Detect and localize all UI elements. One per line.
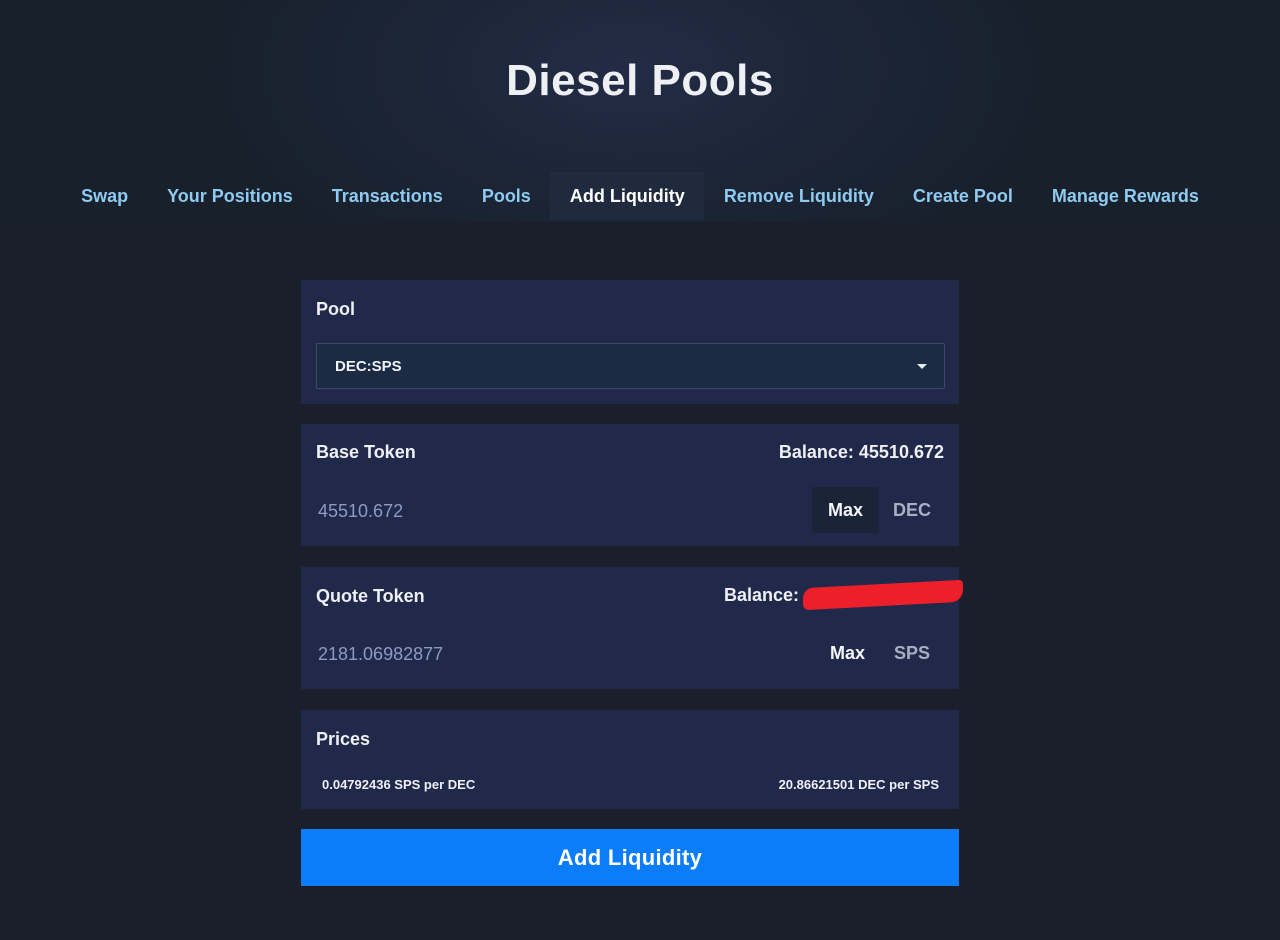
- quote-token-amount-input[interactable]: [315, 639, 785, 669]
- quote-token-max-button[interactable]: Max: [814, 630, 881, 676]
- pool-select-value: DEC:SPS: [335, 358, 402, 375]
- tab-your-positions[interactable]: Your Positions: [148, 172, 313, 220]
- tab-transactions[interactable]: Transactions: [312, 172, 462, 220]
- prices-panel: Prices 0.04792436 SPS per DEC 20.8662150…: [301, 710, 959, 809]
- base-token-balance: Balance: 45510.672: [778, 442, 944, 462]
- tab-swap[interactable]: Swap: [62, 172, 148, 220]
- quote-token-balance-label: Balance:: [723, 584, 799, 605]
- tab-create-pool[interactable]: Create Pool: [893, 172, 1032, 220]
- tab-pools[interactable]: Pools: [462, 172, 550, 220]
- tab-manage-rewards[interactable]: Manage Rewards: [1032, 172, 1218, 220]
- base-token-symbol: DEC: [892, 499, 931, 520]
- base-token-amount-input[interactable]: [315, 496, 785, 526]
- prices-label: Prices: [316, 729, 371, 749]
- price-dec-per-sps: 20.86621501 DEC per SPS: [778, 777, 939, 792]
- tab-remove-liquidity[interactable]: Remove Liquidity: [704, 172, 893, 220]
- caret-down-icon: [917, 364, 927, 369]
- base-token-label: Base Token: [316, 442, 416, 462]
- page-title: Diesel Pools: [506, 56, 774, 105]
- tab-add-liquidity[interactable]: Add Liquidity: [550, 172, 705, 220]
- quote-token-panel: Quote Token Balance: Max SPS: [301, 567, 963, 689]
- base-token-max-button[interactable]: Max: [812, 487, 879, 533]
- add-liquidity-button[interactable]: Add Liquidity: [301, 829, 959, 886]
- main-nav: Swap Your Positions Transactions Pools A…: [0, 172, 1280, 220]
- price-sps-per-dec: 0.04792436 SPS per DEC: [322, 777, 476, 792]
- pool-label: Pool: [316, 299, 355, 319]
- pool-panel: Pool DEC:SPS: [301, 280, 959, 404]
- quote-token-balance: Balance:: [723, 579, 963, 611]
- quote-token-label: Quote Token: [316, 586, 425, 606]
- pool-select[interactable]: DEC:SPS: [316, 343, 945, 389]
- redaction-mark: [803, 579, 963, 611]
- base-token-panel: Base Token Balance: 45510.672 Max DEC: [301, 424, 959, 546]
- quote-token-symbol: SPS: [893, 642, 931, 663]
